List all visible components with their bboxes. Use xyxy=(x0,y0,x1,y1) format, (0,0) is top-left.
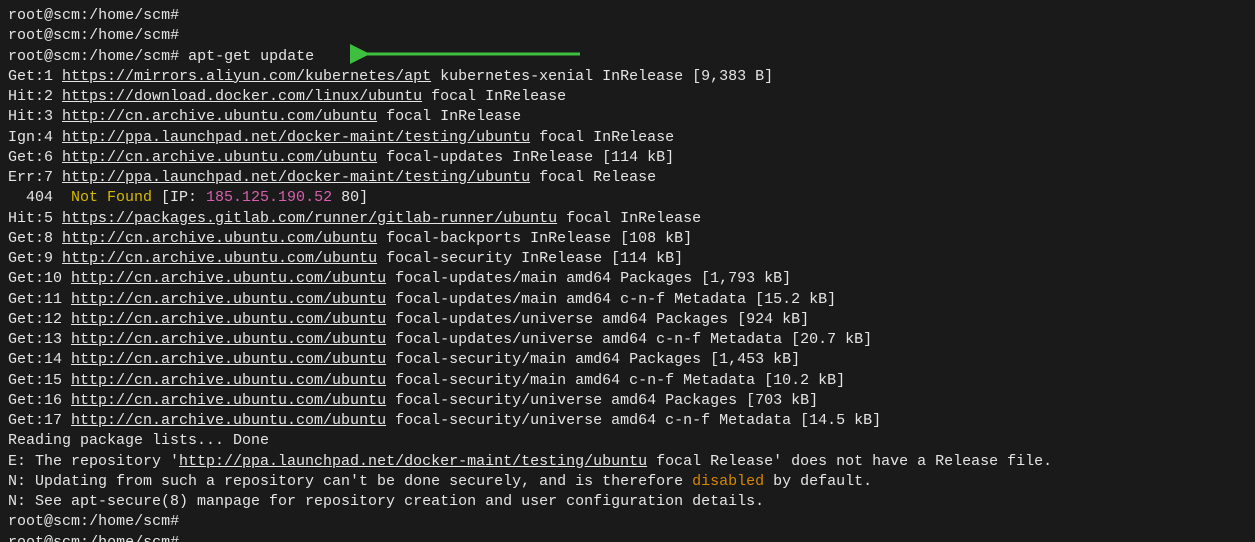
repo-url: http://ppa.launchpad.net/docker-maint/te… xyxy=(62,169,530,186)
disabled-word: disabled xyxy=(692,473,764,490)
output-line: Get:15 http://cn.archive.ubuntu.com/ubun… xyxy=(8,371,1247,391)
output-line-error: E: The repository 'http://ppa.launchpad.… xyxy=(8,452,1247,472)
repo-url: http://cn.archive.ubuntu.com/ubuntu xyxy=(62,250,377,267)
prompt-line: root@scm:/home/scm# xyxy=(8,26,1247,46)
output-line: Hit:3 http://cn.archive.ubuntu.com/ubunt… xyxy=(8,107,1247,127)
output-line: Get:9 http://cn.archive.ubuntu.com/ubunt… xyxy=(8,249,1247,269)
repo-url: https://mirrors.aliyun.com/kubernetes/ap… xyxy=(62,68,431,85)
repo-url: http://cn.archive.ubuntu.com/ubuntu xyxy=(62,230,377,247)
repo-url: http://cn.archive.ubuntu.com/ubuntu xyxy=(71,392,386,409)
output-line-error: 404 Not Found [IP: 185.125.190.52 80] xyxy=(8,188,1247,208)
output-line: Get:13 http://cn.archive.ubuntu.com/ubun… xyxy=(8,330,1247,350)
output-line-notice: N: See apt-secure(8) manpage for reposit… xyxy=(8,492,1247,512)
output-line: Ign:4 http://ppa.launchpad.net/docker-ma… xyxy=(8,128,1247,148)
repo-url: http://cn.archive.ubuntu.com/ubuntu xyxy=(71,331,386,348)
output-line: Get:1 https://mirrors.aliyun.com/kuberne… xyxy=(8,67,1247,87)
repo-url: http://cn.archive.ubuntu.com/ubuntu xyxy=(71,372,386,389)
repo-url: http://cn.archive.ubuntu.com/ubuntu xyxy=(62,108,377,125)
output-line: Hit:5 https://packages.gitlab.com/runner… xyxy=(8,209,1247,229)
prompt-line: root@scm:/home/scm# xyxy=(8,6,1247,26)
prompt-line: root@scm:/home/scm# xyxy=(8,533,1247,542)
command-text: apt-get update xyxy=(188,48,314,65)
output-line-notice: N: Updating from such a repository can't… xyxy=(8,472,1247,492)
output-line: Get:14 http://cn.archive.ubuntu.com/ubun… xyxy=(8,350,1247,370)
prompt-user: root xyxy=(8,7,44,24)
output-line: Get:17 http://cn.archive.ubuntu.com/ubun… xyxy=(8,411,1247,431)
terminal[interactable]: root@scm:/home/scm# root@scm:/home/scm# … xyxy=(0,0,1255,542)
repo-url: http://ppa.launchpad.net/docker-maint/te… xyxy=(179,453,647,470)
prompt-symbol: # xyxy=(170,7,179,24)
repo-url: http://cn.archive.ubuntu.com/ubuntu xyxy=(71,291,386,308)
command-line: root@scm:/home/scm# apt-get update xyxy=(8,47,1247,67)
output-line: Get:12 http://cn.archive.ubuntu.com/ubun… xyxy=(8,310,1247,330)
output-line: Get:8 http://cn.archive.ubuntu.com/ubunt… xyxy=(8,229,1247,249)
repo-url: http://cn.archive.ubuntu.com/ubuntu xyxy=(71,270,386,287)
repo-url: http://cn.archive.ubuntu.com/ubuntu xyxy=(71,412,386,429)
output-line: Get:11 http://cn.archive.ubuntu.com/ubun… xyxy=(8,290,1247,310)
repo-url: http://cn.archive.ubuntu.com/ubuntu xyxy=(62,149,377,166)
prompt-host: scm xyxy=(53,7,80,24)
output-line: Err:7 http://ppa.launchpad.net/docker-ma… xyxy=(8,168,1247,188)
error-ip: 185.125.190.52 xyxy=(206,189,332,206)
output-line: Reading package lists... Done xyxy=(8,431,1247,451)
error-status: Not Found xyxy=(71,189,152,206)
prompt-path: /home/scm xyxy=(89,7,170,24)
output-line: Get:10 http://cn.archive.ubuntu.com/ubun… xyxy=(8,269,1247,289)
repo-url: http://ppa.launchpad.net/docker-maint/te… xyxy=(62,129,530,146)
output-line: Get:16 http://cn.archive.ubuntu.com/ubun… xyxy=(8,391,1247,411)
repo-url: http://cn.archive.ubuntu.com/ubuntu xyxy=(71,351,386,368)
output-line: Hit:2 https://download.docker.com/linux/… xyxy=(8,87,1247,107)
prompt-line: root@scm:/home/scm# xyxy=(8,512,1247,532)
repo-url: https://packages.gitlab.com/runner/gitla… xyxy=(62,210,557,227)
output-line: Get:6 http://cn.archive.ubuntu.com/ubunt… xyxy=(8,148,1247,168)
repo-url: http://cn.archive.ubuntu.com/ubuntu xyxy=(71,311,386,328)
repo-url: https://download.docker.com/linux/ubuntu xyxy=(62,88,422,105)
